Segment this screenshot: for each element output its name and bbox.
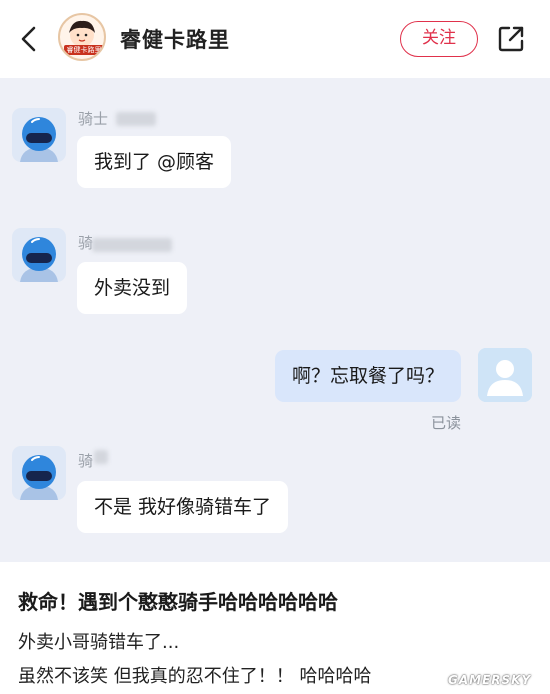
chat-area[interactable]: 骑士 我到了 @顾客 骑 外卖没到 啊？忘取餐了吗？ 已读 骑 不是 我好像骑错 <box>0 78 550 562</box>
post-title: 救命！遇到个憨憨骑手哈哈哈哈哈哈 <box>18 590 338 614</box>
logo-text: 睿健卡路里 <box>64 45 104 55</box>
rider-avatar[interactable] <box>12 108 66 162</box>
shop-name: 睿健卡路里 <box>120 28 230 52</box>
shop-logo[interactable]: 睿健卡路里 <box>58 13 106 61</box>
post-body-line: 外卖小哥骑错车了... <box>18 632 180 653</box>
redacted-name <box>92 238 172 252</box>
helmet-icon <box>20 455 58 500</box>
share-external-icon[interactable] <box>496 24 526 54</box>
helmet-icon <box>20 117 58 162</box>
message-bubble[interactable]: 不是 我好像骑错车了 <box>77 481 289 533</box>
rider-name: 骑 <box>78 452 94 470</box>
watermark: GAMERSKY <box>448 673 532 687</box>
redacted-name <box>116 112 156 126</box>
read-status: 已读 <box>431 414 462 432</box>
message-bubble-outgoing[interactable]: 啊？忘取餐了吗？ <box>275 350 462 402</box>
top-bar: 睿健卡路里 睿健卡路里 关注 <box>0 0 550 78</box>
user-avatar[interactable] <box>478 348 532 402</box>
rider-avatar[interactable] <box>12 228 66 282</box>
rider-name: 骑 <box>78 234 94 252</box>
message-bubble[interactable]: 外卖没到 <box>77 262 188 314</box>
default-user-icon <box>478 348 532 402</box>
rider-avatar[interactable] <box>12 446 66 500</box>
helmet-icon <box>20 237 58 282</box>
post-body-line: 虽然不该笑 但我真的忍不住了！！ 哈哈哈哈 <box>18 666 372 687</box>
rider-name: 骑士 <box>78 110 109 128</box>
chevron-left-icon[interactable] <box>14 22 44 56</box>
message-bubble[interactable]: 我到了 @顾客 <box>77 136 232 188</box>
follow-button[interactable]: 关注 <box>400 21 478 57</box>
redacted-name <box>94 450 108 464</box>
